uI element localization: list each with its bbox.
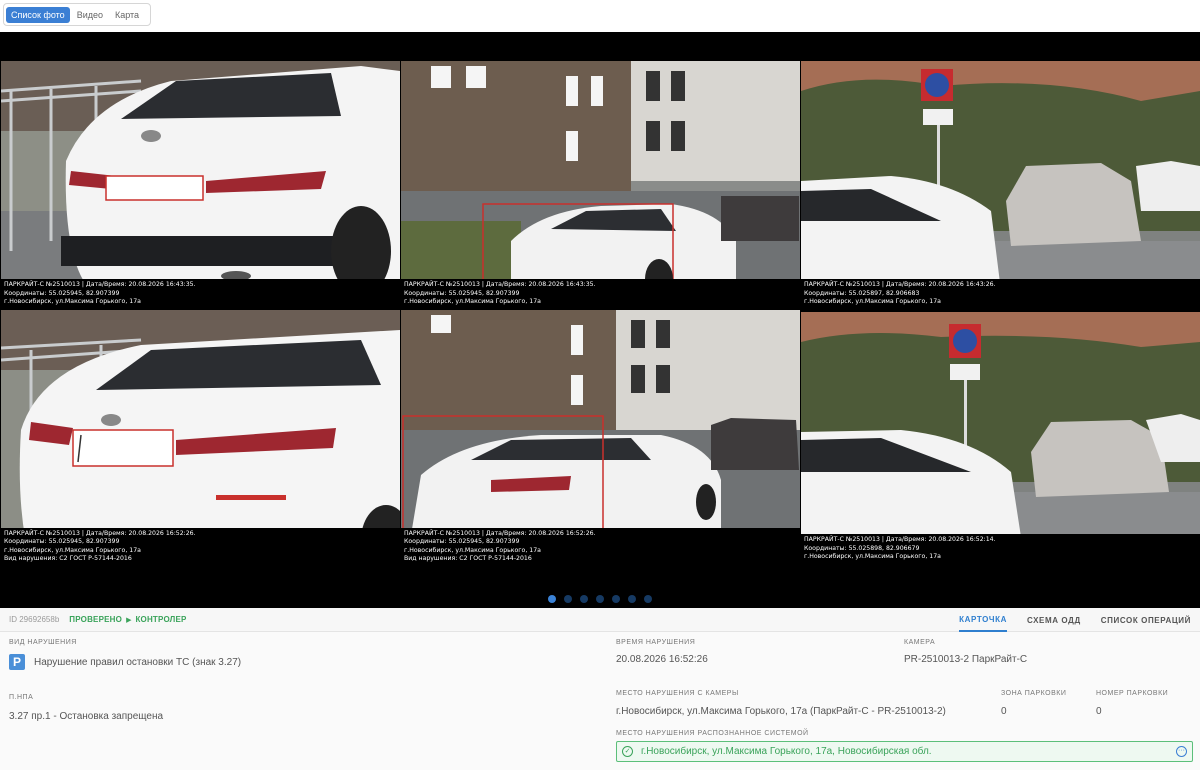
record-id: ID 29692658b bbox=[9, 615, 60, 624]
place-camera-label: МЕСТО НАРУШЕНИЯ С КАМЕРЫ bbox=[616, 690, 739, 697]
caption-line: г.Новосибирск, ул.Максима Горького, 17а bbox=[404, 546, 541, 554]
time-label: ВРЕМЯ НАРУШЕНИЯ bbox=[616, 639, 696, 646]
carousel-dot[interactable] bbox=[580, 595, 588, 603]
carousel-dots bbox=[0, 595, 1200, 603]
time-value: 20.08.2026 16:52:26 bbox=[616, 654, 708, 665]
photo-3-image bbox=[801, 61, 1200, 308]
check-circle-icon: ✓ bbox=[622, 746, 633, 757]
place-camera-value: г.Новосибирск, ул.Максима Горького, 17а … bbox=[616, 706, 946, 717]
violation-details: ВИД НАРУШЕНИЯ P Нарушение правил останов… bbox=[0, 632, 1200, 770]
top-bar: Список фото Видео Карта bbox=[0, 0, 1200, 32]
caption-line: ПАРКРАЙТ-С №2510013 | Дата/Время: 20.08.… bbox=[404, 529, 596, 537]
camera-label: КАМЕРА bbox=[904, 639, 936, 646]
tab-card[interactable]: КАРТОЧКА bbox=[959, 608, 1008, 632]
recognized-place-field: ✓ г.Новосибирск, ул.Максима Горького, 17… bbox=[616, 741, 1193, 762]
view-switcher: Список фото Видео Карта bbox=[3, 3, 151, 26]
carousel-dot[interactable] bbox=[612, 595, 620, 603]
photo-4-caption: ПАРКРАЙТ-С №2510013 | Дата/Время: 20.08.… bbox=[1, 527, 400, 565]
caption-line: Вид нарушения: С2 ГОСТ Р-57144-2016 bbox=[4, 555, 132, 563]
tab-map[interactable]: Карта bbox=[110, 7, 144, 23]
photo-1-image bbox=[1, 61, 400, 308]
photo-6[interactable]: ПАРКРАЙТ-С №2510013 | Дата/Время: 20.08.… bbox=[801, 312, 1200, 563]
photo-6-caption: ПАРКРАЙТ-С №2510013 | Дата/Время: 20.08.… bbox=[801, 534, 1200, 563]
status-bar: ID 29692658b ПРОВЕРЕНО ▶ КОНТРОЛЕР КАРТО… bbox=[0, 608, 1200, 632]
photo-2[interactable]: ПАРКРАЙТ-С №2510013 | Дата/Время: 20.08.… bbox=[401, 61, 800, 308]
carousel-dot[interactable] bbox=[548, 595, 556, 603]
photo-6-image bbox=[801, 312, 1200, 563]
place-system-label: МЕСТО НАРУШЕНИЯ РАСПОЗНАННОЕ СИСТЕМОЙ bbox=[616, 730, 809, 737]
photo-1[interactable]: ПАРКРАЙТ-С №2510013 | Дата/Время: 20.08.… bbox=[1, 61, 400, 308]
arrow-right-icon: ▶ bbox=[126, 616, 132, 624]
caption-line: г.Новосибирск, ул.Максима Горького, 17а bbox=[804, 553, 941, 561]
npa-value: 3.27 пр.1 - Остановка запрещена bbox=[9, 711, 164, 722]
parking-zone-value: 0 bbox=[1001, 706, 1007, 717]
photo-2-image bbox=[401, 61, 800, 308]
violation-type-value: Нарушение правил остановки ТС (знак 3.27… bbox=[34, 657, 242, 668]
photo-5-caption: ПАРКРАЙТ-С №2510013 | Дата/Время: 20.08.… bbox=[401, 527, 800, 565]
tab-odd-scheme[interactable]: СХЕМА ОДД bbox=[1027, 608, 1081, 632]
tab-photo-list[interactable]: Список фото bbox=[6, 6, 70, 23]
carousel-dot[interactable] bbox=[644, 595, 652, 603]
caption-line: ПАРКРАЙТ-С №2510013 | Дата/Время: 20.08.… bbox=[4, 529, 196, 537]
parking-zone-label: ЗОНА ПАРКОВКИ bbox=[1001, 690, 1067, 697]
tab-video[interactable]: Видео bbox=[72, 7, 108, 23]
photo-3-caption: ПАРКРАЙТ-С №2510013 | Дата/Время: 20.08.… bbox=[801, 279, 1200, 308]
tab-operations-list[interactable]: СПИСОК ОПЕРАЦИЙ bbox=[1101, 608, 1191, 632]
caption-line: ПАРКРАЙТ-С №2510013 | Дата/Время: 20.08.… bbox=[404, 281, 596, 289]
parking-sign-icon: P bbox=[9, 654, 25, 670]
carousel-dot[interactable] bbox=[564, 595, 572, 603]
photo-gallery: ПАРКРАЙТ-С №2510013 | Дата/Время: 20.08.… bbox=[0, 32, 1200, 608]
check-status: ПРОВЕРЕНО bbox=[69, 615, 123, 624]
checker-role: КОНТРОЛЕР bbox=[135, 615, 187, 624]
parking-number-label: НОМЕР ПАРКОВКИ bbox=[1096, 690, 1169, 697]
photo-4[interactable]: ПАРКРАЙТ-С №2510013 | Дата/Время: 20.08.… bbox=[1, 310, 400, 565]
npa-label: П.НПА bbox=[9, 694, 34, 701]
caption-line: ПАРКРАЙТ-С №2510013 | Дата/Время: 20.08.… bbox=[804, 536, 996, 544]
camera-value: PR-2510013-2 ПаркРайт-С bbox=[904, 654, 1028, 665]
caption-line: ПАРКРАЙТ-С №2510013 | Дата/Время: 20.08.… bbox=[4, 281, 196, 289]
carousel-dot[interactable] bbox=[596, 595, 604, 603]
caption-line: г.Новосибирск, ул.Максима Горького, 17а bbox=[4, 298, 141, 306]
caption-line: г.Новосибирск, ул.Максима Горького, 17а bbox=[804, 298, 941, 306]
carousel-dot[interactable] bbox=[628, 595, 636, 603]
more-options-icon[interactable]: ··· bbox=[1176, 746, 1187, 757]
caption-line: г.Новосибирск, ул.Максима Горького, 17а bbox=[4, 546, 141, 554]
recognized-place-value: г.Новосибирск, ул.Максима Горького, 17а,… bbox=[641, 746, 932, 757]
violation-type-label: ВИД НАРУШЕНИЯ bbox=[9, 639, 77, 646]
caption-line: Координаты: 55.025945, 82.907399 bbox=[4, 538, 120, 546]
card-tabs: КАРТОЧКА СХЕМА ОДД СПИСОК ОПЕРАЦИЙ bbox=[959, 608, 1191, 632]
caption-line: Координаты: 55.025945, 82.907399 bbox=[404, 538, 520, 546]
photo-3[interactable]: ПАРКРАЙТ-С №2510013 | Дата/Время: 20.08.… bbox=[801, 61, 1200, 308]
caption-line: ПАРКРАЙТ-С №2510013 | Дата/Время: 20.08.… bbox=[804, 281, 996, 289]
photo-5[interactable]: ПАРКРАЙТ-С №2510013 | Дата/Время: 20.08.… bbox=[401, 310, 800, 565]
caption-line: г.Новосибирск, ул.Максима Горького, 17а bbox=[404, 298, 541, 306]
parking-number-value: 0 bbox=[1096, 706, 1102, 717]
caption-line: Вид нарушения: С2 ГОСТ Р-57144-2016 bbox=[404, 555, 532, 563]
photo-1-caption: ПАРКРАЙТ-С №2510013 | Дата/Время: 20.08.… bbox=[1, 279, 400, 308]
photo-2-caption: ПАРКРАЙТ-С №2510013 | Дата/Время: 20.08.… bbox=[401, 279, 800, 308]
